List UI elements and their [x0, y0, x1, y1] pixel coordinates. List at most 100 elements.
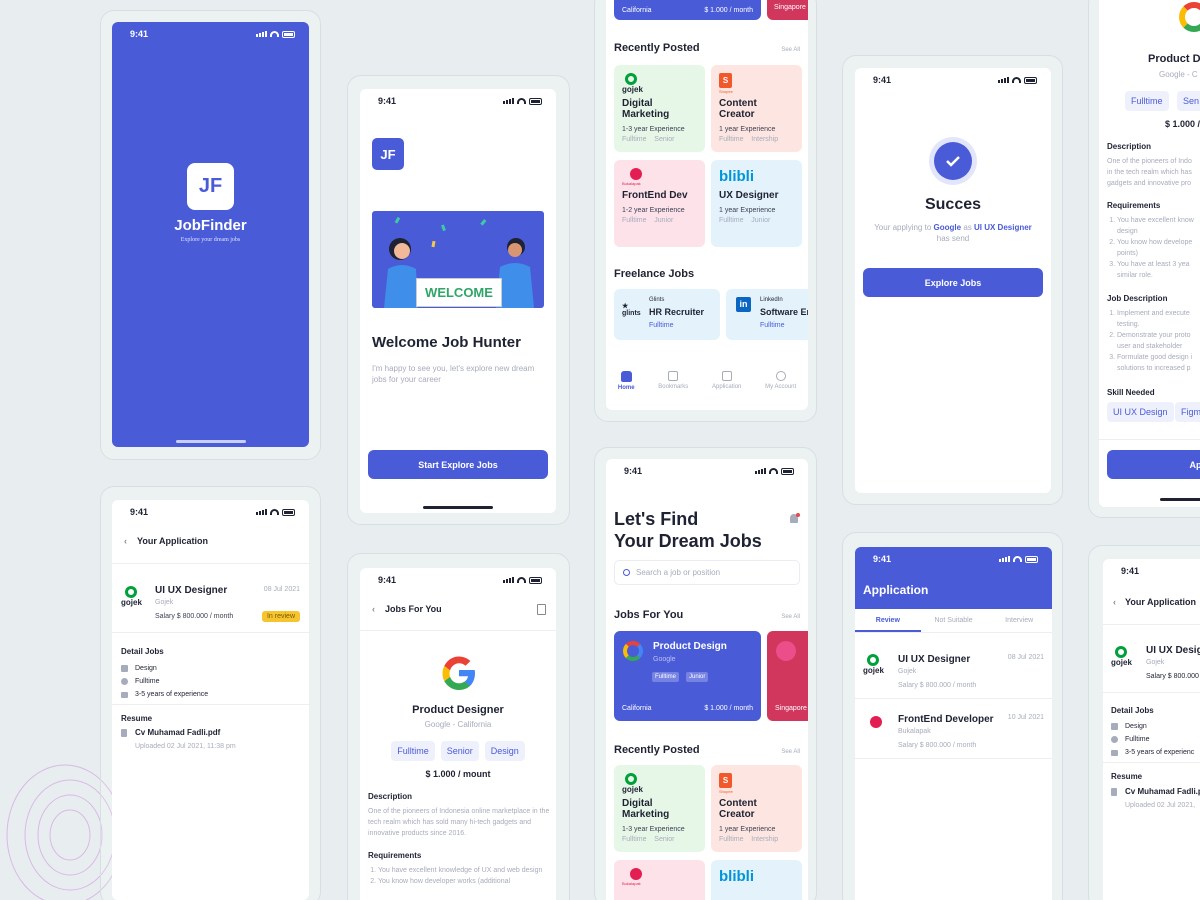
gojek-logo: gojek [622, 773, 697, 794]
dribbble-icon [776, 641, 796, 661]
job-meta: Fulltime Junior [622, 217, 674, 224]
search-icon [623, 569, 630, 576]
resume-file[interactable]: Cv Muhamad Fadli.pdf [1125, 787, 1200, 796]
tab-home[interactable]: Home [618, 371, 635, 391]
card-location: California [622, 6, 652, 14]
job-detail-screen: 9:41 ‹ Jobs For You Product Designer Goo… [360, 568, 556, 900]
card-salary: $ 1.000 / month [704, 6, 753, 14]
application-tabs: Review Not Suitable Interview [855, 609, 1052, 633]
job-description-list: Implement and execute testing. Demonstra… [1107, 308, 1199, 374]
clock-icon [121, 678, 128, 685]
detail-item: Fulltime [1125, 736, 1150, 743]
featured-job-card[interactable]: Product Design Google Fulltime Junior Ca… [614, 631, 761, 721]
logo-caption: Bukalapak [622, 181, 641, 186]
briefcase-icon [121, 691, 128, 698]
success-title: Succes [924, 196, 982, 213]
success-message: Your applying to Google as UI UX Designe… [874, 223, 1032, 232]
apply-button[interactable]: App [1107, 450, 1200, 479]
welcome-screen: 9:41 JF WELCOME Welcome Job Hunter I'm h… [360, 89, 556, 513]
job-meta: Fulltime Intership [719, 836, 779, 843]
freelance-card[interactable]: in LinkedIn Software En Fulltime [726, 289, 808, 340]
logo-caption: Bukalapak [622, 881, 641, 886]
tag-chip: Junior [686, 672, 709, 682]
battery-icon [529, 576, 542, 584]
featured-card-2[interactable]: Singapore [767, 0, 808, 20]
see-all-link[interactable]: See All [781, 749, 800, 755]
notification-bell-icon[interactable] [790, 513, 800, 523]
company-name: Gojek [1146, 659, 1165, 666]
resume-date: Uploaded 02 Jul 2021, 11:38 pm [135, 743, 236, 750]
description-title: Description [1107, 142, 1152, 151]
featured-card[interactable]: California $ 1.000 / month [614, 0, 761, 20]
job-title: UI UX Design [1146, 645, 1200, 656]
signal-icon [998, 77, 1009, 83]
home-screen: California $ 1.000 / month Singapore Rec… [606, 0, 808, 410]
file-icon [1111, 787, 1117, 796]
search-bar[interactable]: Search a job or position [614, 560, 800, 585]
job-title: Product Designer [412, 704, 504, 716]
see-all-link[interactable]: See All [781, 614, 800, 620]
resume-title: Resume [1111, 772, 1143, 781]
status-time: 9:41 [1121, 566, 1140, 576]
salary: $ 1.000 / mount [425, 769, 491, 779]
battery-icon [282, 508, 295, 516]
company-name: Gojek [898, 668, 917, 675]
job-title: UI UX Designer [155, 585, 228, 596]
page-title: Jobs For You [385, 604, 442, 614]
headline-line-1: Let's Find [614, 509, 699, 529]
job-title: Digital Marketing [622, 98, 670, 120]
wifi-icon [270, 509, 279, 515]
job-card[interactable]: S Shopee Content Creator 1 year Experien… [711, 765, 802, 852]
application-item[interactable]: FrontEnd Developer Bukalapak Salary $ 80… [855, 702, 1052, 759]
tab-application[interactable]: Application [712, 371, 741, 391]
design-icon [121, 665, 128, 672]
app-name: JobFinder [174, 217, 247, 234]
job-card[interactable]: Bukalapak [614, 860, 705, 900]
gojek-logo: gojek [622, 73, 697, 94]
back-icon[interactable]: ‹ [1113, 597, 1116, 607]
job-card[interactable]: gojek Digital Marketing 1-3 year Experie… [614, 65, 705, 152]
status-time: 9:41 [130, 507, 149, 517]
tag-chip: Sen [1177, 91, 1200, 111]
resume-file[interactable]: Cv Muhamad Fadli.pdf [135, 728, 220, 737]
detail-item: Design [1125, 723, 1147, 730]
job-card[interactable]: S Shopee Content Creator 1 year Experien… [711, 65, 802, 152]
explore-jobs-button[interactable]: Explore Jobs [863, 268, 1043, 297]
tag-chip: Fulltime [391, 741, 435, 761]
job-card[interactable]: Bukalapak FrontEnd Dev 1-2 year Experien… [614, 160, 705, 247]
see-all-link[interactable]: See All [781, 47, 800, 53]
signal-icon [503, 98, 514, 104]
detail-title: Detail Jobs [121, 647, 164, 656]
job-meta: Fulltime Junior [719, 217, 771, 224]
tab-interview[interactable]: Interview [986, 609, 1052, 632]
start-explore-button[interactable]: Start Explore Jobs [368, 450, 548, 479]
tab-not-suitable[interactable]: Not Suitable [921, 609, 987, 632]
welcome-title: Welcome Job Hunter [372, 334, 521, 351]
back-icon[interactable]: ‹ [124, 536, 127, 546]
section-title: Jobs For You [614, 609, 684, 621]
glints-logo: ★ glints [622, 303, 641, 317]
search-placeholder[interactable]: Search a job or position [636, 568, 720, 577]
your-application-screen: 9:41 ‹ Your Application gojek UI UX Desi… [112, 500, 309, 900]
freelance-card[interactable]: ★ glints Glints HR Recruiter Fulltime [614, 289, 720, 340]
battery-icon [1025, 555, 1038, 563]
status-bar: 9:41 [112, 500, 309, 524]
bookmark-icon[interactable] [537, 604, 546, 615]
bukalapak-logo [630, 868, 642, 880]
success-message-2: has send [936, 234, 970, 243]
job-card[interactable]: blibli UX Designer 1 year Experience Ful… [711, 160, 802, 247]
tab-account[interactable]: My Account [765, 371, 796, 391]
gojek-logo: gojek [121, 586, 142, 607]
application-item[interactable]: gojek UI UX Designer Gojek Salary $ 800.… [855, 643, 1052, 699]
google-logo [442, 656, 475, 690]
job-card[interactable]: gojek Digital Marketing 1-3 year Experie… [614, 765, 705, 852]
your-application-screen-2: 9:41 ‹ Your Application gojek UI UX Desi… [1103, 559, 1200, 900]
blibli-logo: blibli [719, 168, 754, 185]
company-location: Google - California [424, 720, 492, 729]
featured-job-card-2[interactable]: Singapore [767, 631, 808, 721]
salary: Salary $ 800.000 / month [898, 682, 977, 689]
job-card[interactable]: blibli [711, 860, 802, 900]
tab-review[interactable]: Review [855, 609, 921, 632]
back-icon[interactable]: ‹ [372, 604, 375, 614]
tab-bookmarks[interactable]: Bookmarks [658, 371, 688, 391]
